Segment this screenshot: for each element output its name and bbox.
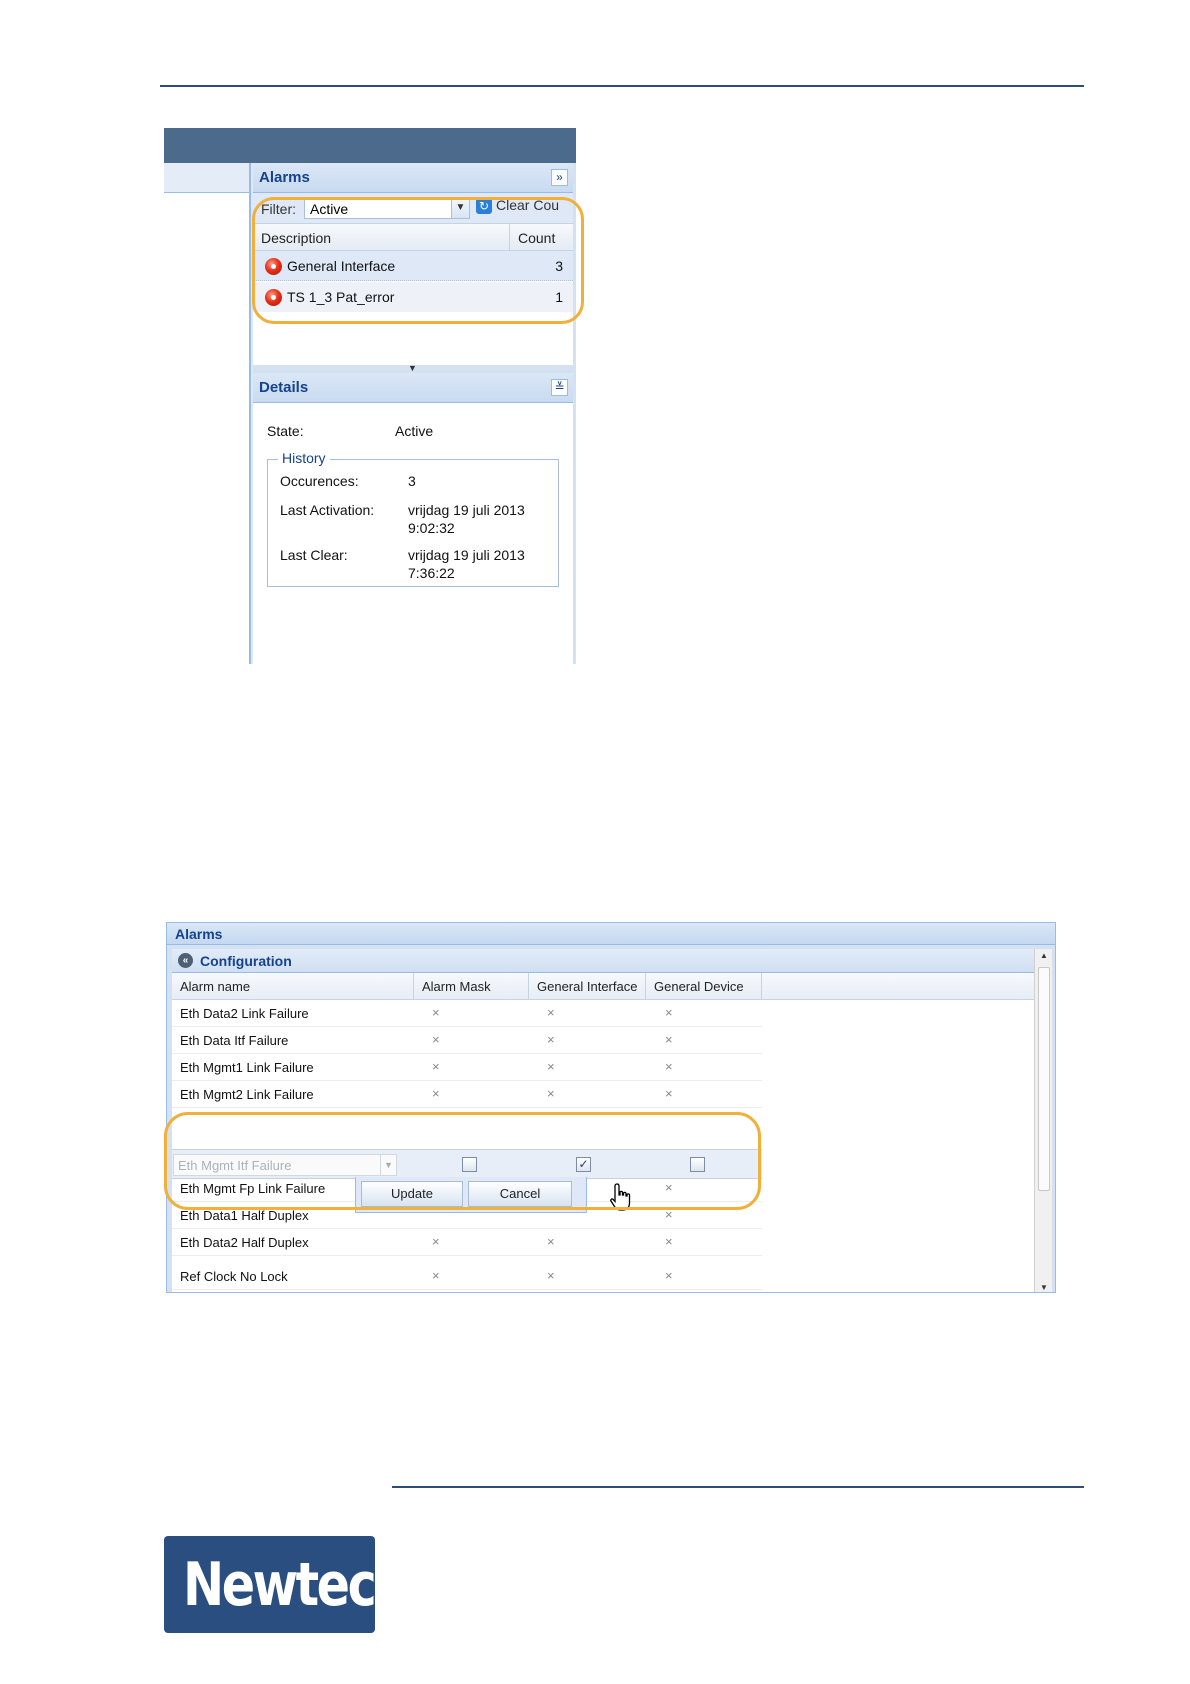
config-row[interactable]: Eth Mgmt1 Link Failure × × × [172, 1054, 762, 1081]
cross-icon: × [665, 1234, 673, 1249]
left-pane-header [164, 163, 249, 193]
last-clear-label: Last Clear: [280, 547, 348, 563]
double-chevron-right-icon[interactable]: » [551, 169, 568, 186]
configuration-header[interactable]: « Configuration [172, 949, 1034, 973]
alarm-name: Eth Data Itf Failure [180, 1033, 289, 1048]
vertical-scrollbar[interactable]: ▲ ▼ [1034, 949, 1053, 1292]
details-panel-title: Details [259, 379, 309, 396]
alarm-name: Ref Clock No Lock [180, 1269, 288, 1284]
scrollbar-thumb[interactable] [1038, 967, 1050, 1191]
last-clear-date: vrijdag 19 juli 2013 [408, 547, 525, 563]
app-titlebar [164, 128, 576, 163]
config-row[interactable]: Ref Clock No Lock × × × [172, 1263, 762, 1290]
cross-icon: × [432, 1268, 440, 1283]
alarm-name: Eth Mgmt1 Link Failure [180, 1060, 314, 1075]
cross-icon: × [665, 1268, 673, 1283]
alarms-panel-title: Alarms [259, 169, 310, 186]
cross-icon: × [547, 1234, 555, 1249]
config-row[interactable]: Eth Mgmt2 Link Failure × × × [172, 1081, 762, 1108]
last-clear-time: 7:36:22 [408, 565, 455, 581]
cross-icon: × [665, 1059, 673, 1074]
highlight-row-editor [164, 1112, 761, 1210]
alarm-name: Eth Data2 Half Duplex [180, 1235, 309, 1250]
scroll-down-icon[interactable]: ▼ [1035, 1283, 1053, 1292]
cross-icon: × [432, 1086, 440, 1101]
cross-icon: × [665, 1086, 673, 1101]
cross-icon: × [547, 1268, 555, 1283]
history-legend: History [278, 450, 330, 466]
config-row[interactable]: Eth Data2 Link Failure × × × [172, 1000, 762, 1027]
cross-icon: × [432, 1005, 440, 1020]
config-screenshot: Alarms « Configuration Alarm name Alarm … [166, 922, 1056, 1293]
panel-splitter[interactable]: ▼ [253, 363, 573, 373]
occurences-label: Occurences: [280, 473, 359, 489]
alarms-panel-header: Alarms » [253, 163, 573, 193]
config-window-title-text: Alarms [175, 926, 223, 942]
cross-icon: × [547, 1086, 555, 1101]
config-row[interactable]: Eth Data Itf Failure × × × [172, 1027, 762, 1054]
details-panel-body: State: Active History Occurences: 3 Last… [253, 403, 573, 664]
cross-icon: × [665, 1032, 673, 1047]
top-rule [160, 85, 1084, 87]
cross-icon: × [547, 1005, 555, 1020]
logo-text: Newtec [182, 1550, 377, 1620]
collapse-icon[interactable]: ≚ [551, 379, 568, 396]
collapse-circle-icon[interactable]: « [178, 953, 193, 968]
details-panel-header: Details ≚ [253, 373, 573, 403]
cross-icon: × [432, 1234, 440, 1249]
config-grid-header: Alarm name Alarm Mask General Interface … [172, 973, 1034, 1000]
history-fieldset: History Occurences: 3 Last Activation: v… [267, 450, 559, 587]
column-general-device[interactable]: General Device [646, 973, 762, 1000]
config-row[interactable]: Eth Data2 Half Duplex × × × [172, 1229, 762, 1256]
cross-icon: × [432, 1059, 440, 1074]
alarm-name: Eth Data1 Half Duplex [180, 1208, 309, 1223]
cross-icon: × [547, 1059, 555, 1074]
newtec-logo: Newtec [164, 1536, 377, 1633]
column-alarm-name[interactable]: Alarm name [172, 973, 414, 1000]
last-activation-time: 9:02:32 [408, 520, 455, 536]
cross-icon: × [665, 1005, 673, 1020]
state-value: Active [395, 423, 434, 439]
column-general-interface[interactable]: General Interface [529, 973, 646, 1000]
left-pane [164, 163, 251, 664]
occurences-value: 3 [408, 473, 416, 489]
alarm-name: Eth Mgmt2 Link Failure [180, 1087, 314, 1102]
highlight-alarms [252, 197, 584, 324]
config-window-title: Alarms [167, 923, 1055, 945]
bottom-rule [392, 1486, 1084, 1488]
configuration-title: Configuration [200, 953, 292, 969]
last-activation-label: Last Activation: [280, 502, 375, 518]
collapse-arrow-icon[interactable]: ▼ [408, 363, 417, 373]
alarm-name: Eth Data2 Link Failure [180, 1006, 309, 1021]
column-alarm-mask[interactable]: Alarm Mask [414, 973, 529, 1000]
last-activation-date: vrijdag 19 juli 2013 [408, 502, 525, 518]
cross-icon: × [547, 1032, 555, 1047]
cross-icon: × [432, 1032, 440, 1047]
scroll-up-icon[interactable]: ▲ [1035, 951, 1053, 960]
state-label: State: [267, 423, 304, 439]
